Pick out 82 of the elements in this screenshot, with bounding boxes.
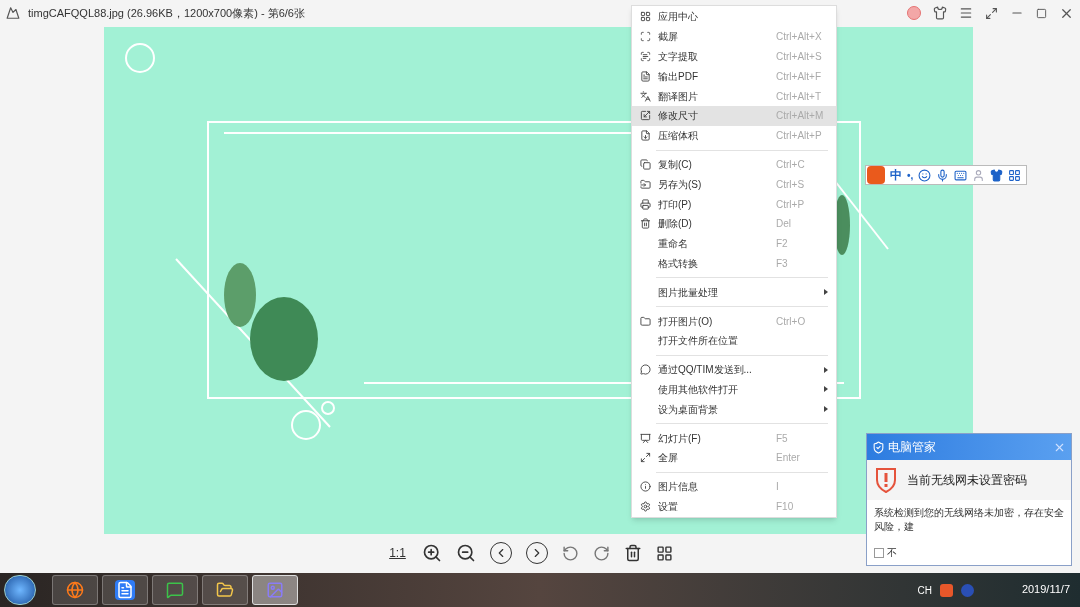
menu-item[interactable]: 格式转换 F3 xyxy=(632,253,836,274)
menu-item[interactable]: 设置 F10 xyxy=(632,496,836,517)
text-scan-icon xyxy=(640,51,651,62)
menu-item[interactable]: 复制(C) Ctrl+C xyxy=(632,154,836,175)
menu-item[interactable]: 幻灯片(F) F5 xyxy=(632,428,836,448)
actual-size-button[interactable]: 1:1 xyxy=(387,544,408,562)
language-indicator[interactable]: CH xyxy=(917,582,932,598)
submenu-arrow-icon xyxy=(824,406,828,413)
photos-icon xyxy=(265,580,285,600)
chat-bubble-icon xyxy=(640,364,651,376)
menu-item[interactable]: 打开文件所在位置 xyxy=(632,330,836,351)
menu-icon[interactable] xyxy=(959,6,973,20)
file-icon xyxy=(640,130,651,142)
menu-item[interactable]: 输出PDF Ctrl+Alt+F xyxy=(632,66,836,87)
menu-item[interactable]: 图片批量处理 xyxy=(632,282,836,303)
chat-icon xyxy=(165,580,185,600)
window-title: timgCAFQQL88.jpg (26.96KB，1200x700像素) - 第6/6张 xyxy=(28,5,305,21)
fullscreen-icon[interactable] xyxy=(985,6,998,20)
date-text: 2019/11/7 xyxy=(1021,582,1070,598)
ime-logo-icon[interactable] xyxy=(867,166,885,184)
slideshow-icon xyxy=(640,432,651,444)
folder-arrow-icon xyxy=(640,178,651,190)
microphone-icon[interactable] xyxy=(936,168,950,182)
maximize-icon[interactable] xyxy=(1036,7,1047,19)
menu-item[interactable]: 打开图片(O) Ctrl+O xyxy=(632,311,836,331)
delete-icon[interactable] xyxy=(623,544,642,562)
notification-headline: 当前无线网未设置密码 xyxy=(907,472,1027,489)
rotate-right-icon[interactable] xyxy=(592,544,610,562)
grid-icon[interactable] xyxy=(1008,168,1022,182)
menu-item[interactable]: 全屏 Enter xyxy=(632,447,836,468)
notification-body: 系统检测到您的无线网络未加密，存在安全风险，建 xyxy=(873,506,1065,534)
zoom-in-icon[interactable] xyxy=(421,543,442,563)
punctuation-toggle[interactable]: •, xyxy=(907,167,914,183)
folder-icon xyxy=(215,580,235,600)
document-icon xyxy=(640,70,651,82)
document-app-icon xyxy=(115,580,135,600)
menu-item[interactable]: 截屏 Ctrl+Alt+X xyxy=(632,26,836,47)
menu-item[interactable]: 使用其他软件打开 xyxy=(632,379,836,400)
menu-item[interactable]: 另存为(S) Ctrl+S xyxy=(632,174,836,195)
grid-icon[interactable] xyxy=(655,544,673,562)
submenu-arrow-icon xyxy=(824,289,828,296)
mountain-icon xyxy=(6,6,20,20)
checkbox[interactable] xyxy=(874,547,884,558)
shield-icon xyxy=(872,440,885,454)
info-icon xyxy=(640,481,651,493)
resize-icon xyxy=(640,110,651,122)
menu-item[interactable]: 图片信息 I xyxy=(632,476,836,497)
checkbox-label: 不 xyxy=(887,546,897,560)
ime-mode-toggle[interactable]: 中 xyxy=(890,166,902,184)
delete-icon xyxy=(640,218,651,230)
menu-item[interactable]: 文字提取 Ctrl+Alt+S xyxy=(632,46,836,67)
menu-item[interactable]: 压缩体积 Ctrl+Alt+P xyxy=(632,125,836,146)
menu-item[interactable]: 设为桌面背景 xyxy=(632,399,836,420)
copy-icon xyxy=(640,158,651,170)
menu-item[interactable]: 重命名 F2 xyxy=(632,233,836,254)
menu-item[interactable]: 通过QQ/TIM发送到... xyxy=(632,359,836,380)
grid-icon xyxy=(640,11,651,23)
submenu-arrow-icon xyxy=(824,366,828,373)
emoji-icon[interactable] xyxy=(918,168,932,182)
translate-icon xyxy=(640,90,651,102)
tray-icon[interactable] xyxy=(939,583,953,597)
menu-item[interactable]: 应用中心 xyxy=(632,7,836,27)
warning-shield-icon xyxy=(875,467,897,493)
keyboard-icon[interactable] xyxy=(954,168,968,182)
menu-item[interactable]: 翻译图片 Ctrl+Alt+T xyxy=(632,86,836,106)
fullscreen-icon xyxy=(640,452,651,464)
shirt-icon[interactable] xyxy=(933,6,947,20)
menu-item[interactable]: 打印(P) Ctrl+P xyxy=(632,194,836,214)
start-button[interactable] xyxy=(4,575,36,605)
zoom-out-icon[interactable] xyxy=(455,543,476,563)
rotate-left-icon[interactable] xyxy=(561,544,579,562)
folder-icon xyxy=(640,315,651,327)
print-icon xyxy=(640,198,651,210)
shirt-icon[interactable] xyxy=(990,168,1004,182)
screenshot-icon xyxy=(640,31,651,43)
menu-item[interactable]: 删除(D) Del xyxy=(632,213,836,234)
skin-icon[interactable] xyxy=(907,6,921,20)
submenu-arrow-icon xyxy=(824,386,828,393)
browser-icon xyxy=(65,580,85,600)
menu-item[interactable]: 修改尺寸 Ctrl+Alt+M xyxy=(632,106,836,126)
settings-icon xyxy=(640,500,651,512)
notification-app-name: 电脑管家 xyxy=(888,439,936,456)
